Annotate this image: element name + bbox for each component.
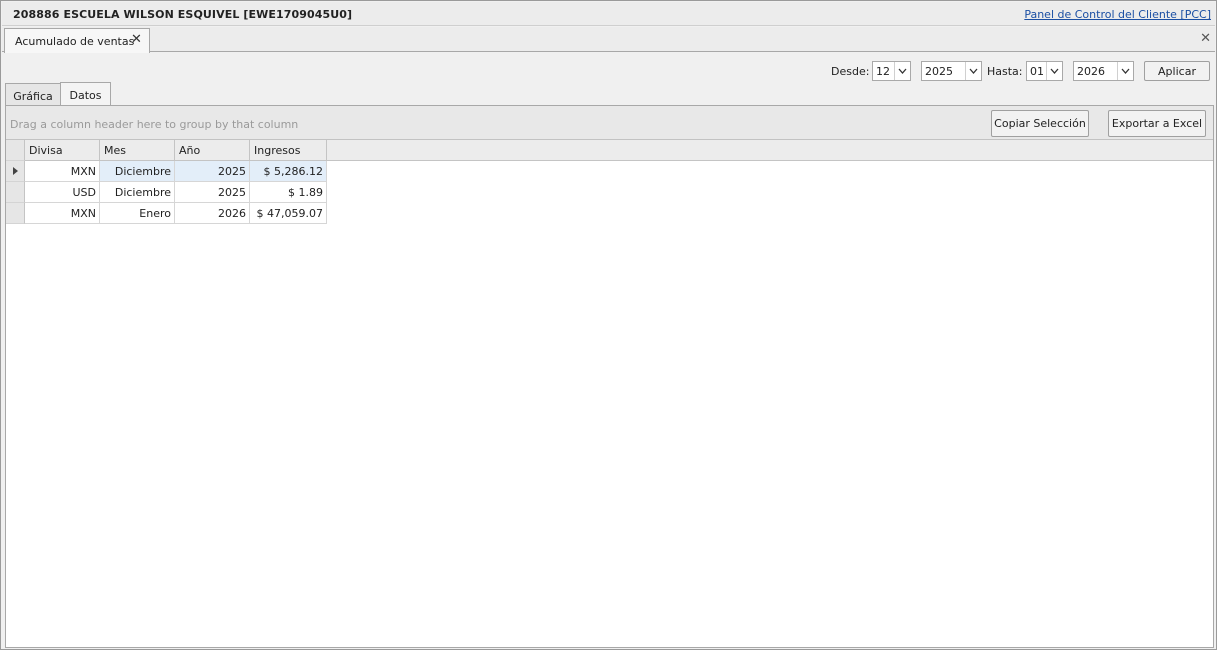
- row-indicator[interactable]: [6, 182, 25, 203]
- copy-selection-button[interactable]: Copiar Selección: [991, 110, 1089, 137]
- cell-text: MXN: [70, 165, 96, 178]
- data-grid-panel: Drag a column header here to group by th…: [5, 105, 1214, 648]
- cell-text: USD: [72, 186, 96, 199]
- chevron-down-icon[interactable]: [1117, 62, 1133, 80]
- cell-text: 2025: [218, 186, 246, 199]
- cell-text: $ 47,059.07: [256, 207, 323, 220]
- cell-text: Enero: [139, 207, 171, 220]
- chevron-down-icon[interactable]: [965, 62, 981, 80]
- desde-year-select[interactable]: 2025: [921, 61, 982, 81]
- desde-label: Desde:: [831, 65, 870, 78]
- document-tab-strip: Acumulado de ventas ✕ ✕: [2, 27, 1215, 53]
- column-header-mes[interactable]: Mes: [100, 140, 175, 161]
- row-indicator[interactable]: [6, 203, 25, 224]
- tab-grafica-label: Gráfica: [13, 90, 53, 103]
- cell-divisa[interactable]: USD: [25, 182, 100, 203]
- close-tab-icon[interactable]: ✕: [131, 33, 142, 47]
- cell-text: Diciembre: [114, 186, 171, 199]
- cell-text: Diciembre: [114, 165, 171, 178]
- cell-text: MXN: [70, 207, 96, 220]
- close-panel-icon[interactable]: ✕: [1200, 32, 1211, 46]
- hasta-month-value: 01: [1030, 65, 1044, 78]
- hasta-month-select[interactable]: 01: [1026, 61, 1063, 81]
- column-header-label: Año: [179, 144, 201, 157]
- cell-ingresos[interactable]: $ 5,286.12: [250, 161, 327, 182]
- client-panel-link[interactable]: Panel de Control del Cliente [PCC]: [1024, 8, 1211, 21]
- group-by-panel[interactable]: Drag a column header here to group by th…: [6, 106, 1213, 140]
- chevron-down-icon[interactable]: [894, 62, 910, 80]
- cell-divisa[interactable]: MXN: [25, 161, 100, 182]
- desde-month-value: 12: [876, 65, 890, 78]
- export-excel-button[interactable]: Exportar a Excel: [1108, 110, 1206, 137]
- tab-grafica[interactable]: Gráfica: [5, 83, 61, 107]
- column-header-ano[interactable]: Año: [175, 140, 250, 161]
- tab-label: Acumulado de ventas: [15, 35, 135, 48]
- hasta-year-select[interactable]: 2026: [1073, 61, 1134, 81]
- tab-datos[interactable]: Datos: [60, 82, 111, 106]
- column-header-label: Divisa: [29, 144, 63, 157]
- desde-year-value: 2025: [925, 65, 953, 78]
- column-header-ingresos[interactable]: Ingresos: [250, 140, 327, 161]
- cell-ano[interactable]: 2025: [175, 182, 250, 203]
- cell-ingresos[interactable]: $ 1.89: [250, 182, 327, 203]
- cell-ingresos[interactable]: $ 47,059.07: [250, 203, 327, 224]
- cell-divisa[interactable]: MXN: [25, 203, 100, 224]
- header-filler: [327, 140, 1213, 161]
- column-header-label: Mes: [104, 144, 126, 157]
- tab-datos-label: Datos: [69, 89, 102, 102]
- cell-ano[interactable]: 2026: [175, 203, 250, 224]
- row-indicator[interactable]: [6, 161, 25, 182]
- current-row-arrow-icon: [13, 167, 18, 175]
- title-bar: 208886 ESCUELA WILSON ESQUIVEL [EWE17090…: [2, 2, 1215, 26]
- hasta-year-value: 2026: [1077, 65, 1105, 78]
- grid-corner: [6, 140, 25, 161]
- cell-text: 2025: [218, 165, 246, 178]
- cell-ano[interactable]: 2025: [175, 161, 250, 182]
- desde-month-select[interactable]: 12: [872, 61, 911, 81]
- cell-mes[interactable]: Diciembre: [100, 161, 175, 182]
- apply-button[interactable]: Aplicar: [1144, 61, 1210, 81]
- cell-text: $ 5,286.12: [263, 165, 323, 178]
- hasta-label: Hasta:: [987, 65, 1023, 78]
- column-header-label: Ingresos: [254, 144, 301, 157]
- client-title: 208886 ESCUELA WILSON ESQUIVEL [EWE17090…: [13, 8, 353, 21]
- cell-mes[interactable]: Diciembre: [100, 182, 175, 203]
- tab-acumulado-de-ventas[interactable]: Acumulado de ventas ✕: [4, 28, 150, 53]
- chevron-down-icon[interactable]: [1046, 62, 1062, 80]
- app-window: 208886 ESCUELA WILSON ESQUIVEL [EWE17090…: [0, 0, 1217, 650]
- cell-text: $ 1.89: [288, 186, 323, 199]
- column-header-divisa[interactable]: Divisa: [25, 140, 100, 161]
- cell-text: 2026: [218, 207, 246, 220]
- group-by-hint: Drag a column header here to group by th…: [10, 118, 299, 131]
- cell-mes[interactable]: Enero: [100, 203, 175, 224]
